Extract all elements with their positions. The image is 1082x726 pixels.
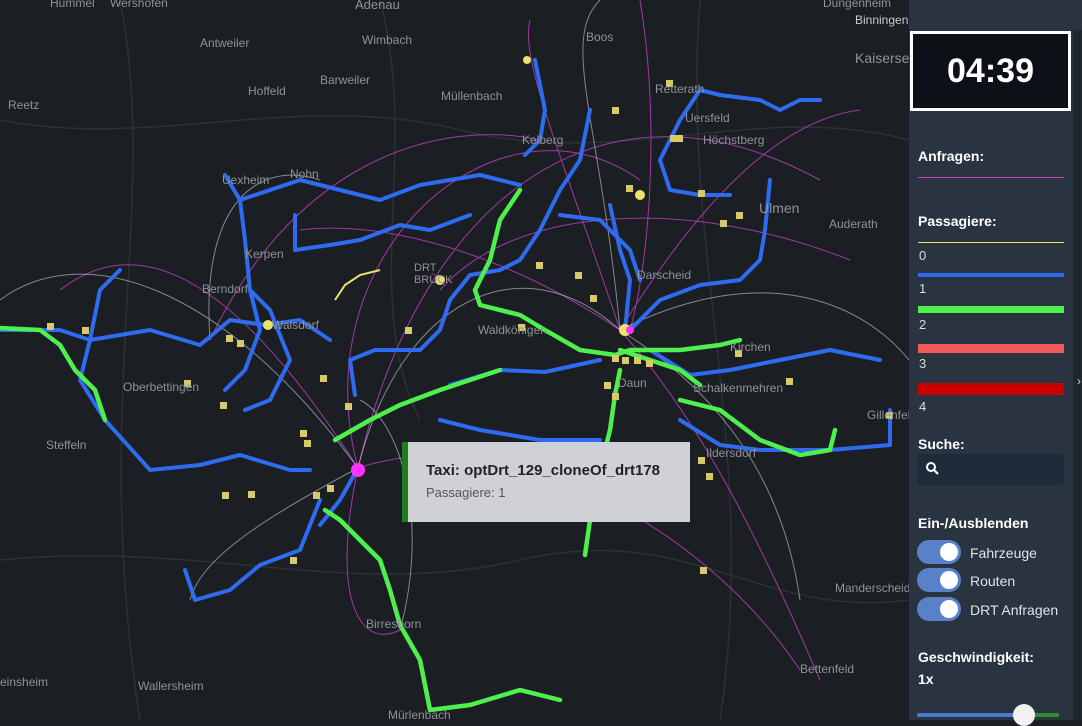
speed-slider-handle[interactable] [1013,704,1035,726]
toggle-knob [940,600,958,618]
place-label: Hummel [50,0,95,10]
place-label: Boos [586,30,614,44]
place-label: Wershofen [110,0,168,10]
place-label: Ulmen [759,200,800,216]
place-label: Schalkenmehren [693,381,784,395]
place-label: Auderath [829,217,878,231]
place-label: Reetz [8,98,40,112]
simulation-clock: 04:39 [910,31,1071,111]
tooltip-title: Taxi: optDrt_129_cloneOf_drt178 [426,462,660,479]
place-label: Müllenbach [441,89,503,103]
toggle-drt-requests[interactable] [917,597,961,621]
toggle-knob [940,571,958,589]
place-label: Darscheid [637,268,692,282]
toggle-knob [940,543,958,561]
place-label: Bettenfeld [800,662,855,676]
place-label: Nohn [290,167,319,181]
place-label: Mürlenbach [388,708,451,720]
place-label: Adenau [355,0,400,12]
toggle-drt-requests-label: DRT Anfragen [970,602,1059,618]
map-layer[interactable] [0,0,909,720]
place-label: Steffeln [46,438,87,452]
requests-label: Anfragen: [918,148,985,164]
place-label: Retterath [655,82,705,96]
speed-label: Geschwindigkeit: [918,649,1034,665]
place-label: Berndorf [202,282,249,296]
toggle-vehicles-label: Fahrzeuge [970,545,1037,561]
collapse-arrow-icon[interactable]: › [1077,374,1081,388]
place-label: Uexheim [222,173,270,187]
search-label: Suche: [918,436,965,452]
toggle-vehicles[interactable] [917,540,961,564]
tooltip-subtitle: Passagiere: 1 [426,485,506,500]
toggle-routes[interactable] [917,568,961,592]
place-label: Gillenfeld [867,408,909,422]
taxi-tooltip: Taxi: optDrt_129_cloneOf_drt178 Passagie… [402,442,690,522]
legend-line-1 [918,273,1064,277]
legend-label-2: 2 [919,317,927,332]
place-label: Dungenheim [823,0,892,10]
place-label: Kerpen [245,247,284,261]
speed-slider-rest[interactable] [1031,713,1059,717]
place-label: einsheim [0,675,49,689]
place-label: Hoffeld [248,84,286,98]
toggles-label: Ein-/Ausblenden [918,515,1029,531]
map-canvas[interactable]: Hummel Wershofen Adenau Dungenheim Binni… [0,0,909,720]
legend-label-3: 3 [919,356,927,371]
place-label: Barweiler [320,73,371,87]
place-label: Manderscheid [835,581,909,595]
toggle-routes-label: Routen [970,573,1016,589]
speed-value: 1x [918,671,934,687]
place-label: Oberbettingen [123,380,200,394]
place-label: Wimbach [362,33,413,47]
place-label: Waldkönigen [478,323,547,337]
legend-label-0: 0 [919,248,927,263]
place-label: Uersfeld [685,111,730,125]
place-label: Walsdorf [272,318,319,332]
search-icon [926,462,939,475]
legend-line-3 [918,344,1064,353]
place-label: Birresborn [366,617,422,631]
place-label: Ildersdorf [706,446,757,460]
passengers-label: Passagiere: [918,213,997,229]
legend-label-4: 4 [919,399,927,414]
legend-line-4 [918,383,1064,395]
place-label: Kelberg [522,133,564,147]
place-label: Kirchen [730,340,771,354]
legend-label-1: 1 [919,281,927,296]
legend-line-2 [918,306,1064,313]
place-label: Kaiserse [855,50,909,66]
place-label: Antweiler [200,36,250,50]
place-label: Daun [618,376,647,390]
control-panel: › 04:39 Anfragen: Passagiere: 0 1 2 3 4 … [909,0,1082,726]
requests-legend-line [918,177,1064,178]
place-label: DRT BRÜCK [414,262,453,286]
place-label: Höchstberg [703,133,765,147]
place-label: Binningen [855,13,909,27]
place-label: Wallersheim [138,679,204,693]
search-input[interactable] [917,454,1064,485]
legend-line-0 [918,242,1064,243]
